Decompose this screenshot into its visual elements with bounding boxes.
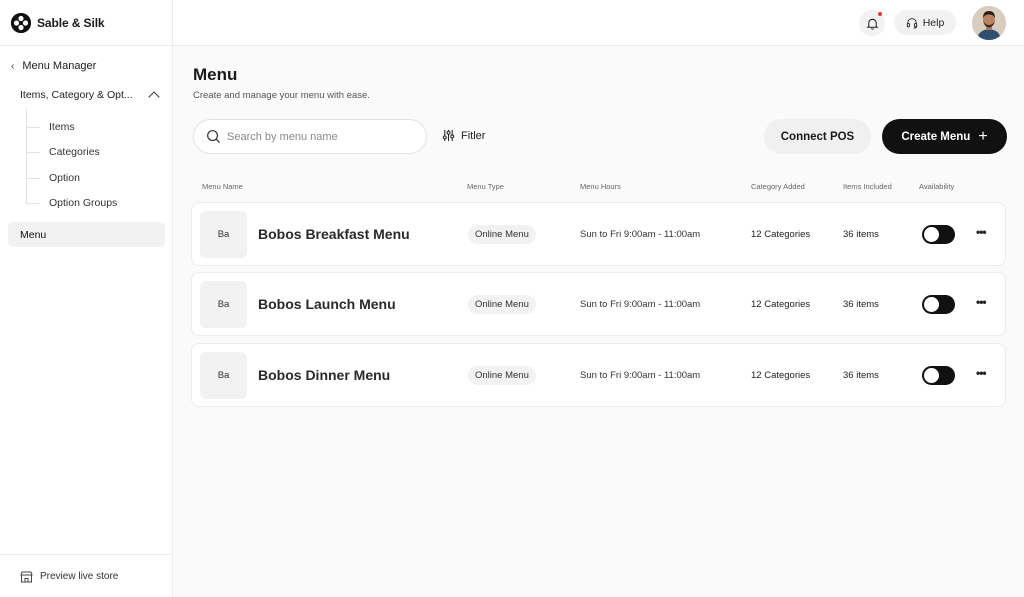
- connect-pos-button[interactable]: Connect POS: [764, 119, 871, 154]
- brand-logo-icon: [11, 12, 31, 33]
- toggle-knob: [924, 368, 939, 383]
- item-count: 36 items: [843, 370, 879, 381]
- page-subtitle: Create and manage your menu with ease.: [193, 90, 370, 101]
- store-icon: [20, 571, 33, 582]
- table-row[interactable]: Ba Bobos Dinner Menu Online Menu Sun to …: [191, 343, 1006, 407]
- menu-manager-label: Menu Manager: [22, 60, 97, 72]
- more-horizontal-icon[interactable]: •••: [976, 366, 987, 380]
- sidebar-section-items-category-options[interactable]: Items, Category & Opt...: [20, 89, 160, 103]
- chevron-up-icon: [148, 90, 160, 103]
- sidebar: Sable & Silk ‹ Menu Manager Items, Categ…: [0, 0, 173, 597]
- menu-name[interactable]: Bobos Breakfast Menu: [258, 226, 410, 242]
- item-count: 36 items: [843, 299, 879, 310]
- more-horizontal-icon[interactable]: •••: [976, 225, 987, 239]
- availability-toggle[interactable]: [922, 225, 955, 244]
- sliders-icon: [442, 129, 455, 142]
- help-button[interactable]: Help: [894, 10, 956, 35]
- search-box[interactable]: [193, 119, 427, 154]
- menu-thumbnail: Ba: [200, 211, 247, 258]
- search-input[interactable]: [227, 130, 407, 143]
- filter-button[interactable]: Fitler: [442, 129, 485, 142]
- plus-icon: +: [978, 127, 988, 145]
- menu-hours: Sun to Fri 9:00am - 11:00am: [580, 229, 701, 240]
- toggle-knob: [924, 227, 939, 242]
- sidebar-item-menu[interactable]: Menu: [8, 222, 165, 247]
- menu-name[interactable]: Bobos Dinner Menu: [258, 367, 390, 383]
- table-header: Menu Name Menu Type Menu Hours Category …: [0, 182, 1024, 192]
- category-count: 12 Categories: [751, 299, 811, 310]
- section-label: Items, Category & Opt...: [20, 89, 133, 101]
- availability-toggle[interactable]: [922, 295, 955, 314]
- menu-hours: Sun to Fri 9:00am - 11:00am: [580, 370, 701, 381]
- back-to-menu-manager[interactable]: ‹ Menu Manager: [11, 60, 96, 72]
- col-items-included: Items Included: [843, 182, 892, 191]
- col-menu-name: Menu Name: [202, 182, 243, 191]
- menu-thumbnail: Ba: [200, 281, 247, 328]
- sidebar-item-categories[interactable]: Categories: [26, 145, 100, 159]
- preview-live-store-link[interactable]: Preview live store: [0, 554, 172, 597]
- col-menu-type: Menu Type: [467, 182, 504, 191]
- menu-thumbnail: Ba: [200, 352, 247, 399]
- availability-toggle[interactable]: [922, 366, 955, 385]
- col-menu-hours: Menu Hours: [580, 182, 621, 191]
- search-icon: [207, 130, 221, 144]
- create-menu-button[interactable]: Create Menu +: [882, 119, 1007, 154]
- sidebar-item-items[interactable]: Items: [26, 120, 75, 134]
- brand-name: Sable & Silk: [37, 15, 105, 30]
- table-row[interactable]: Ba Bobos Breakfast Menu Online Menu Sun …: [191, 202, 1006, 266]
- topbar: Help: [173, 0, 1024, 46]
- brand[interactable]: Sable & Silk: [0, 0, 172, 46]
- avatar[interactable]: [972, 6, 1006, 40]
- menu-type-badge: Online Menu: [468, 225, 536, 244]
- category-count: 12 Categories: [751, 370, 811, 381]
- chevron-left-icon: ‹: [11, 60, 15, 72]
- bell-icon: [866, 18, 878, 30]
- col-availability: Availability: [919, 182, 955, 191]
- notifications-button[interactable]: [859, 10, 885, 36]
- page-title: Menu: [193, 65, 238, 84]
- item-count: 36 items: [843, 229, 879, 240]
- col-category-added: Category Added: [751, 182, 805, 191]
- menu-type-badge: Online Menu: [468, 366, 536, 385]
- notification-dot: [878, 12, 882, 16]
- menu-name[interactable]: Bobos Launch Menu: [258, 296, 396, 312]
- menu-hours: Sun to Fri 9:00am - 11:00am: [580, 299, 701, 310]
- headset-icon: [906, 17, 917, 29]
- category-count: 12 Categories: [751, 229, 811, 240]
- toggle-knob: [924, 297, 939, 312]
- menu-type-badge: Online Menu: [468, 295, 536, 314]
- sidebar-item-option-groups[interactable]: Option Groups: [26, 196, 117, 210]
- table-row[interactable]: Ba Bobos Launch Menu Online Menu Sun to …: [191, 272, 1006, 336]
- more-horizontal-icon[interactable]: •••: [976, 295, 987, 309]
